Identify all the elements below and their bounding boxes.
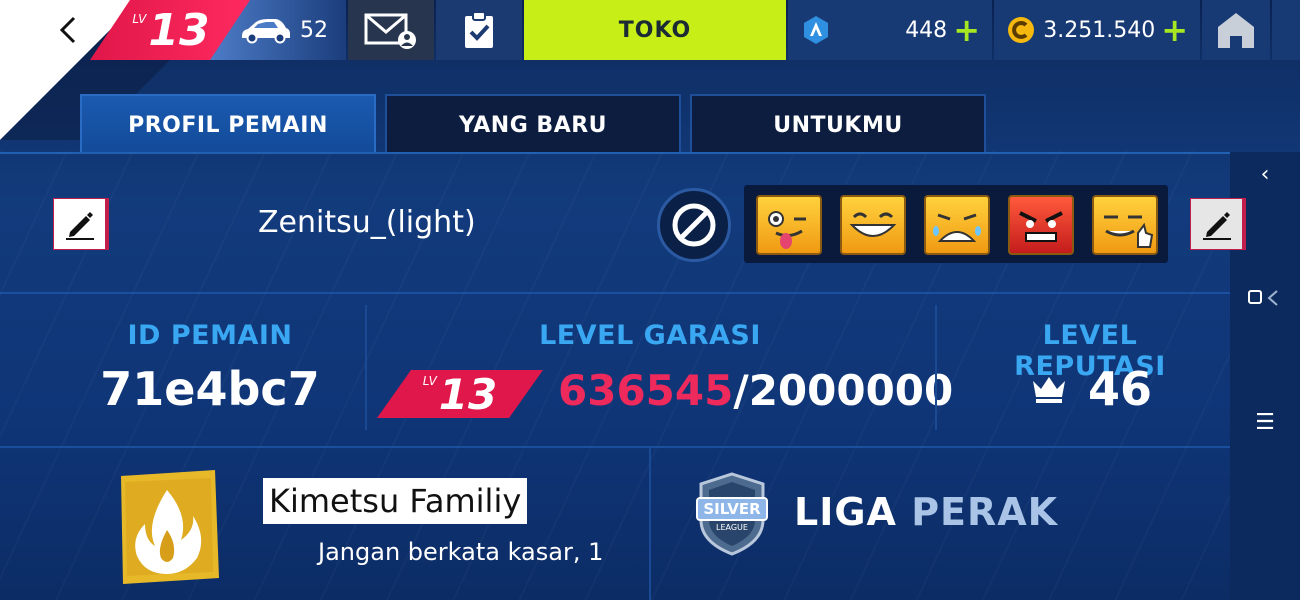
emote-grin[interactable] <box>840 195 906 255</box>
collapse-button[interactable]: ‹ <box>1230 162 1300 187</box>
square-icon <box>1248 290 1278 306</box>
reputation-level-value: 46 <box>1088 362 1153 416</box>
block-emotes-button[interactable] <box>657 188 731 262</box>
club-flame-logo-icon[interactable] <box>115 466 221 586</box>
level-prefix: LV <box>132 12 147 26</box>
garage-level-prefix: LV <box>422 374 437 388</box>
mail-profile-icon <box>364 13 416 49</box>
club-name[interactable]: Kimetsu Familiy <box>263 478 528 524</box>
section-divider <box>0 292 1230 294</box>
car-icon <box>242 19 290 44</box>
edit-emotes-button[interactable] <box>1190 198 1246 250</box>
clipboard-check-icon <box>465 11 493 48</box>
crying-emote-icon <box>933 213 981 242</box>
league-name-word1: LIGA <box>794 490 897 534</box>
tokens-counter[interactable]: 448 + <box>788 0 992 60</box>
tab-whats-new[interactable]: YANG BARU <box>385 94 681 154</box>
silver-league-badge-icon[interactable]: SILVER LEAGUE <box>695 470 769 556</box>
xp-separator: / <box>733 366 749 415</box>
add-credits-button[interactable]: + <box>1161 14 1188 46</box>
credit-coin-icon <box>1008 17 1034 43</box>
mail-button[interactable] <box>348 0 434 60</box>
emote-wink-tongue[interactable] <box>756 195 822 255</box>
emote-angry[interactable] <box>1008 195 1074 255</box>
league-name-word2: PERAK <box>911 490 1059 534</box>
xp-current: 636545 <box>558 366 734 415</box>
emote-bar <box>744 185 1168 263</box>
section-divider <box>0 446 1230 448</box>
topbar-edge <box>1272 0 1300 60</box>
pencil-icon <box>65 212 94 240</box>
angry-emote-icon <box>1019 211 1063 242</box>
club-motto: Jangan berkata kasar, 1 <box>318 538 604 566</box>
garage-level-number: 13 <box>438 369 498 419</box>
tasks-button[interactable] <box>436 0 522 60</box>
tab-underline <box>0 152 1230 154</box>
tokens-value: 448 <box>905 17 948 43</box>
bottom-divider <box>649 448 651 600</box>
prohibited-icon <box>672 203 716 247</box>
token-icon <box>804 16 828 44</box>
emote-crying[interactable] <box>924 195 990 255</box>
reputation-level: 46 <box>1030 362 1152 416</box>
stat-divider <box>365 305 367 430</box>
league-badge-text: SILVER <box>703 500 761 518</box>
stat-divider <box>935 305 937 430</box>
grin-emote-icon <box>849 212 897 237</box>
back-button[interactable] <box>40 0 96 60</box>
back-arrow-icon <box>59 16 76 44</box>
xp-total: 2000000 <box>748 366 954 415</box>
home-button[interactable] <box>1202 0 1270 60</box>
add-tokens-button[interactable]: + <box>953 14 980 46</box>
tab-for-you[interactable]: UNTUKMU <box>690 94 986 154</box>
cars-count: 52 <box>300 17 328 43</box>
garage-xp: 636545/2000000 <box>558 366 953 415</box>
league-badge-subtext: LEAGUE <box>716 523 748 532</box>
player-id-value: 71e4bc7 <box>100 362 320 416</box>
smug-thumbs-emote-icon <box>1104 215 1154 248</box>
home-icon <box>1218 13 1254 48</box>
overview-button[interactable] <box>1230 288 1300 314</box>
wink-tongue-emote-icon <box>768 211 806 249</box>
edit-name-button[interactable] <box>53 198 109 250</box>
player-name: Zenitsu_(light) <box>258 205 476 240</box>
tab-player-profile[interactable]: PROFIL PEMAIN <box>80 94 376 154</box>
credits-counter[interactable]: 3.251.540 + <box>994 0 1200 60</box>
league-name: LIGA PERAK <box>794 490 1058 534</box>
emote-smug[interactable] <box>1092 195 1158 255</box>
credits-value: 3.251.540 <box>1043 17 1156 43</box>
menu-button[interactable]: ☰ <box>1230 410 1300 435</box>
player-id-label: ID PEMAIN <box>127 320 293 351</box>
shop-button[interactable]: TOKO <box>524 0 786 60</box>
pencil-icon <box>1202 212 1231 240</box>
top-bar: LV 13 52 TOKO 448 + 3.251.540 + <box>0 0 1300 60</box>
level-number: 13 <box>148 4 210 56</box>
crown-icon <box>1033 377 1065 403</box>
garage-level-label: LEVEL GARASI <box>539 320 761 351</box>
